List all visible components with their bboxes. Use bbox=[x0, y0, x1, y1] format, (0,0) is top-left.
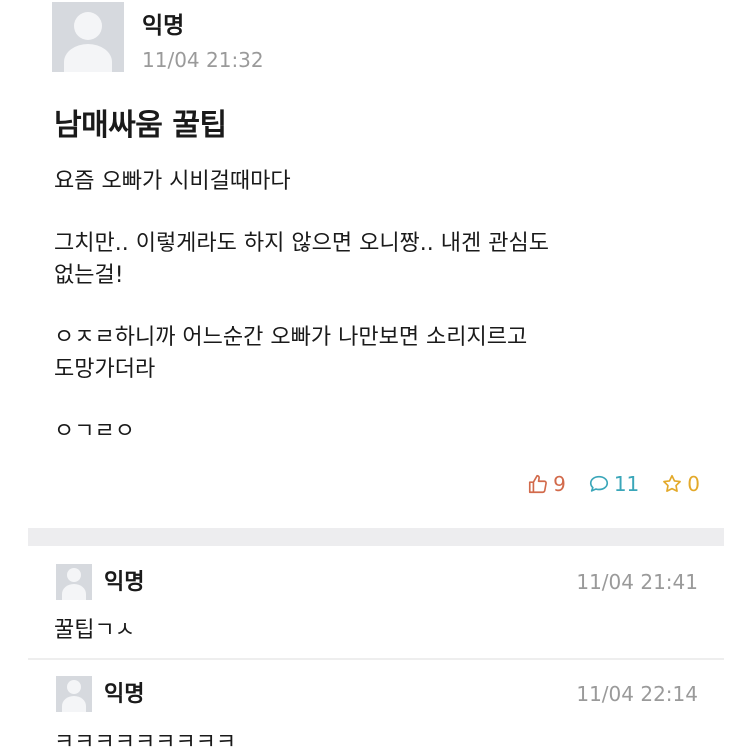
scrap-count: 0 bbox=[687, 472, 700, 496]
comment-separator bbox=[28, 658, 724, 660]
comment-text: 꿀팁ㄱㅅ bbox=[54, 618, 135, 643]
avatar-head bbox=[74, 12, 102, 40]
avatar-head bbox=[67, 680, 81, 694]
post-stats: 9 11 0 bbox=[527, 472, 700, 496]
comment-author: 익명 bbox=[104, 570, 145, 595]
comment-button[interactable]: 11 bbox=[588, 472, 639, 496]
comment-author: 익명 bbox=[104, 682, 145, 707]
comment-avatar[interactable] bbox=[56, 676, 92, 712]
post-paragraph: ㅇㄱㄹㅇ bbox=[54, 419, 135, 444]
like-button[interactable]: 9 bbox=[527, 472, 566, 496]
avatar-body bbox=[64, 44, 112, 72]
thumbs-up-icon bbox=[529, 474, 547, 494]
comment-count: 11 bbox=[613, 472, 640, 496]
comment-text: ㅋㅋㅋㅋㅋㅋㅋㅋㅋ bbox=[54, 730, 237, 755]
post-time: 11/04 21:32 bbox=[142, 48, 264, 72]
post-title: 남매싸움 꿀팁 bbox=[54, 108, 227, 143]
speech-bubble-icon bbox=[589, 475, 608, 492]
post-author: 익명 bbox=[142, 13, 185, 39]
post-paragraph: 요즘 오빠가 시비걸때마다 bbox=[54, 169, 291, 194]
post-body: 요즘 오빠가 시비걸때마다 그치만.. 이렇게라도 하지 않으면 오니짱.. 내… bbox=[54, 166, 714, 478]
section-divider bbox=[28, 528, 724, 546]
star-icon bbox=[663, 474, 682, 492]
comment-time: 11/04 22:14 bbox=[576, 682, 698, 706]
comment-avatar[interactable] bbox=[56, 564, 92, 600]
post: 익명 11/04 21:32 남매싸움 꿀팁 요즘 오빠가 시비걸때마다 그치만… bbox=[0, 0, 750, 528]
post-paragraph: ㅇㅈㄹ하니까 어느순간 오빠가 나만보면 소리지르고 도망가더라 bbox=[54, 325, 528, 382]
like-count: 9 bbox=[553, 472, 566, 496]
avatar-body bbox=[62, 584, 86, 600]
avatar[interactable] bbox=[52, 2, 124, 72]
avatar-body bbox=[62, 696, 86, 712]
post-paragraph: 그치만.. 이렇게라도 하지 않으면 오니짱.. 내겐 관심도 없는걸! bbox=[54, 231, 549, 288]
avatar-head bbox=[67, 568, 81, 582]
scrap-button[interactable]: 0 bbox=[661, 472, 700, 496]
comment-time: 11/04 21:41 bbox=[576, 570, 698, 594]
